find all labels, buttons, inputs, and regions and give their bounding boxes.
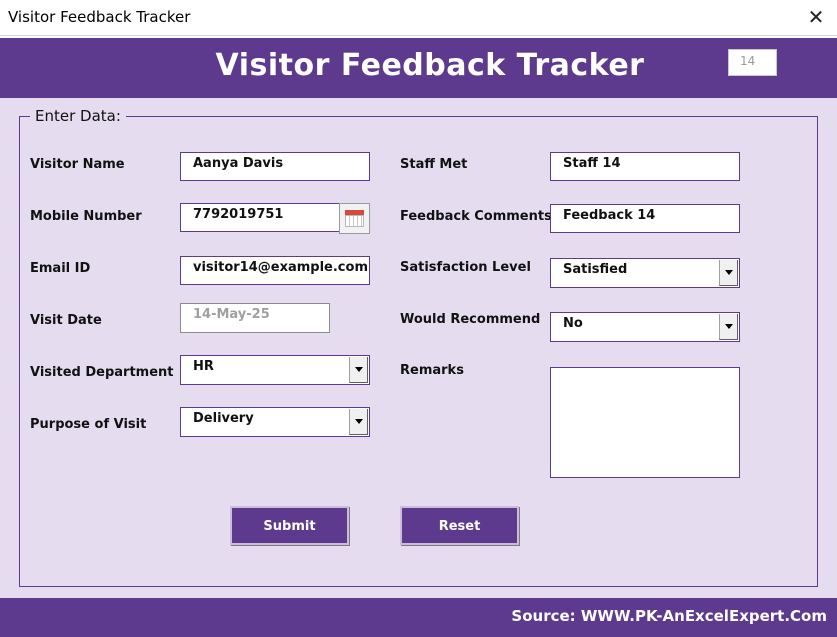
close-icon[interactable]: ✕ <box>803 4 829 30</box>
remarks-label: Remarks <box>400 363 464 378</box>
remarks-textarea[interactable] <box>550 367 740 478</box>
would-recommend-label: Would Recommend <box>400 312 541 327</box>
would-recommend-value: No <box>563 316 583 331</box>
feedback-comments-label: Feedback Comments <box>400 209 552 224</box>
mobile-number-label: Mobile Number <box>30 209 142 224</box>
would-recommend-dropdown[interactable]: No <box>550 312 740 342</box>
chevron-down-icon[interactable] <box>719 314 738 340</box>
visited-department-label: Visited Department <box>30 365 174 380</box>
window-titlebar: Visitor Feedback Tracker ✕ <box>0 0 837 36</box>
calendar-button[interactable] <box>339 203 370 234</box>
source-text: Source: WWW.PK-AnExcelExpert.Com <box>511 607 827 625</box>
staff-met-label: Staff Met <box>400 157 468 172</box>
calendar-icon-grid <box>345 215 364 227</box>
window-title: Visitor Feedback Tracker <box>8 8 191 26</box>
purpose-of-visit-value: Delivery <box>193 411 254 426</box>
submit-button[interactable]: Submit <box>230 506 349 545</box>
visitor-name-label: Visitor Name <box>30 157 125 172</box>
email-id-label: Email ID <box>30 261 91 276</box>
enter-data-legend: Enter Data: <box>30 107 126 125</box>
chevron-down-icon[interactable] <box>719 260 738 286</box>
staff-met-input[interactable]: Staff 14 <box>550 152 740 181</box>
form-footer: Source: WWW.PK-AnExcelExpert.Com <box>0 598 837 637</box>
email-id-input[interactable]: visitor14@example.com <box>180 256 370 285</box>
visited-department-value: HR <box>193 359 214 374</box>
visitor-name-input[interactable]: Aanya Davis <box>180 152 370 181</box>
satisfaction-level-dropdown[interactable]: Satisfied <box>550 258 740 288</box>
visited-department-dropdown[interactable]: HR <box>180 355 370 385</box>
satisfaction-level-label: Satisfaction Level <box>400 260 531 275</box>
satisfaction-level-value: Satisfied <box>563 262 628 277</box>
form-header: Visitor Feedback Tracker 14 <box>0 38 837 98</box>
visit-date-input: 14-May-25 <box>180 303 330 333</box>
visit-date-label: Visit Date <box>30 313 102 328</box>
form-title: Visitor Feedback Tracker <box>215 48 645 83</box>
purpose-of-visit-label: Purpose of Visit <box>30 417 147 432</box>
purpose-of-visit-dropdown[interactable]: Delivery <box>180 407 370 437</box>
record-id-field: 14 <box>728 49 777 76</box>
chevron-down-icon[interactable] <box>349 409 368 435</box>
feedback-comments-input[interactable]: Feedback 14 <box>550 204 740 233</box>
chevron-down-icon[interactable] <box>349 357 368 383</box>
reset-button[interactable]: Reset <box>400 506 519 545</box>
